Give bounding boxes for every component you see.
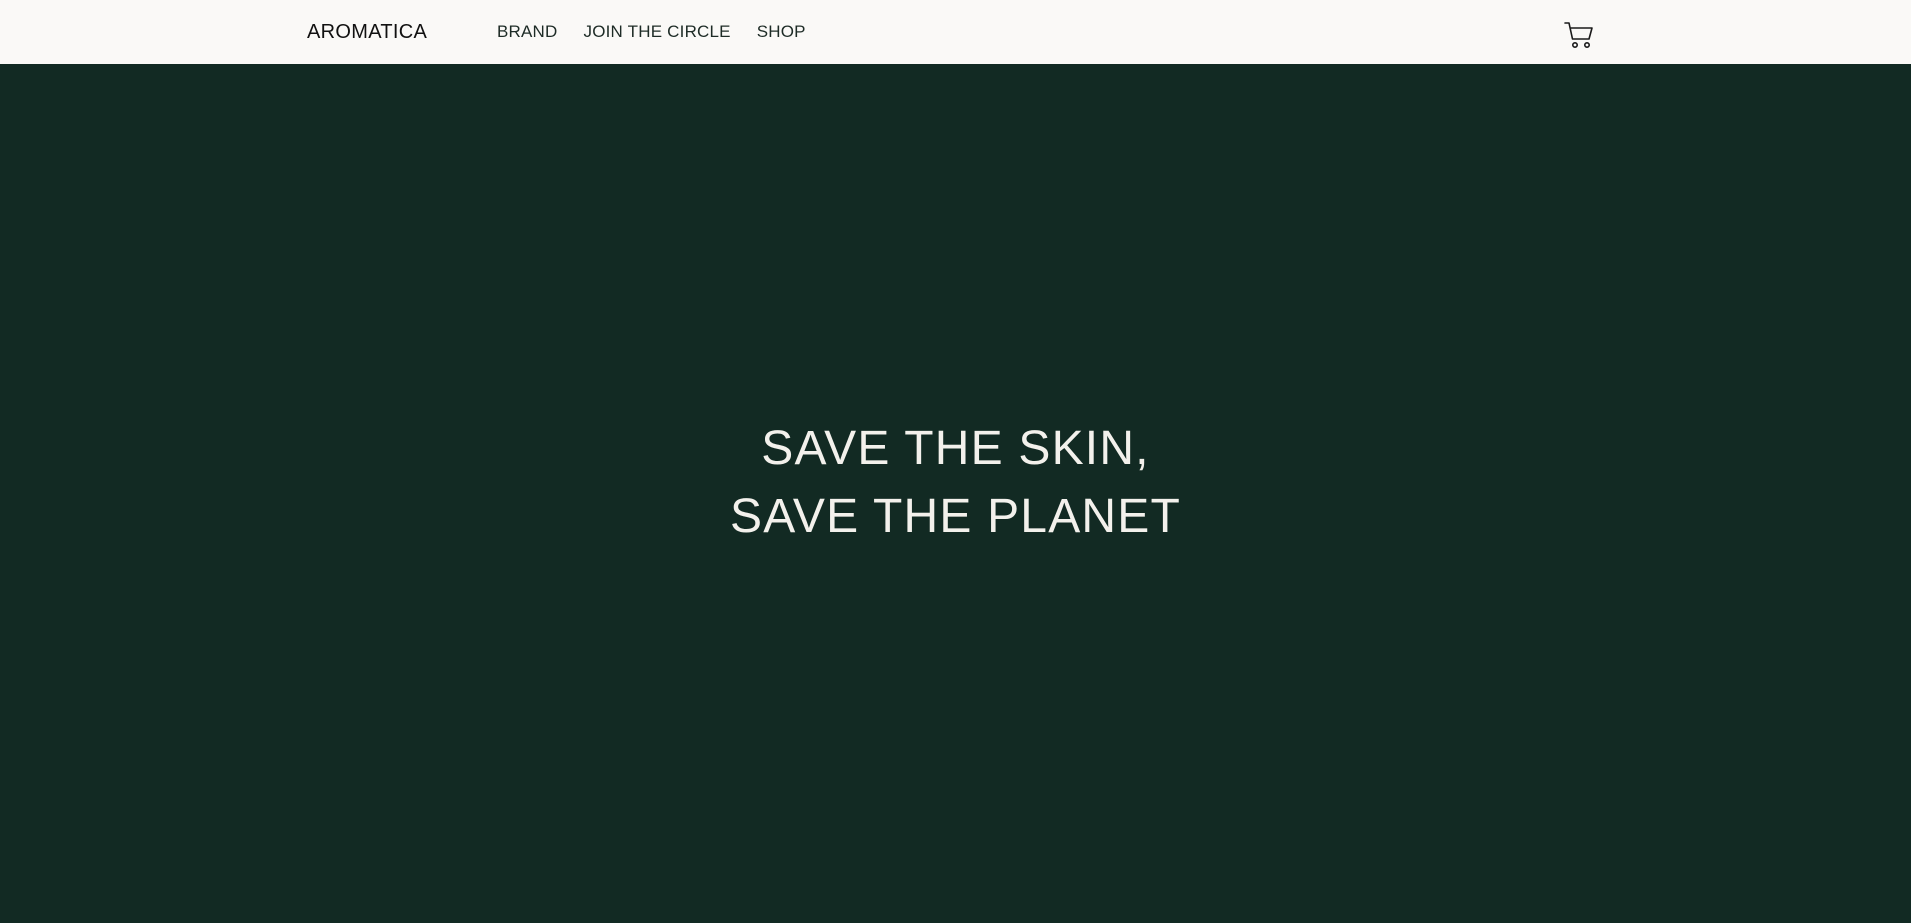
nav-item-join-the-circle[interactable]: JOIN THE CIRCLE (584, 21, 731, 43)
page: AROMATICA BRAND JOIN THE CIRCLE SHOP SAV… (0, 0, 1911, 923)
hero-headline-line-2: SAVE THE PLANET (729, 490, 1182, 543)
brand-logo[interactable]: AROMATICA (307, 20, 427, 44)
cart-button[interactable] (1563, 19, 1595, 51)
hero-section: SAVE THE SKIN, SAVE THE PLANET (0, 64, 1911, 923)
hero-headline-line-1: SAVE THE SKIN, (761, 422, 1150, 475)
main-nav: BRAND JOIN THE CIRCLE SHOP (497, 21, 806, 43)
site-header: AROMATICA BRAND JOIN THE CIRCLE SHOP (0, 0, 1911, 64)
nav-item-shop[interactable]: SHOP (757, 21, 806, 43)
shopping-cart-icon (1564, 22, 1593, 48)
nav-item-brand[interactable]: BRAND (497, 21, 558, 43)
